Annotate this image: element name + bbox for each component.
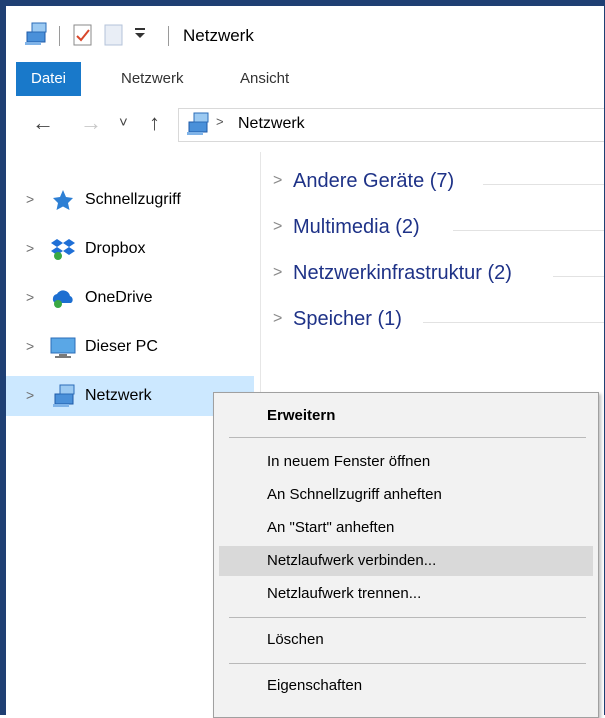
recent-locations-button[interactable]: ˅ xyxy=(119,114,128,131)
menu-item-properties[interactable]: Eigenschaften xyxy=(219,671,593,701)
up-button[interactable]: ↑ xyxy=(149,110,160,136)
context-menu: Erweitern In neuem Fenster öffnen An Sch… xyxy=(213,392,599,718)
menu-item-label: In neuem Fenster öffnen xyxy=(267,453,431,470)
chevron-right-icon[interactable]: > xyxy=(273,310,282,328)
sidebar-item-label: Netzwerk xyxy=(85,387,152,404)
sidebar-item-onedrive[interactable]: > OneDrive xyxy=(6,278,254,318)
back-button[interactable]: ← xyxy=(32,110,54,136)
chevron-right-icon[interactable]: > xyxy=(26,240,34,256)
menu-item-delete[interactable]: Löschen xyxy=(219,625,593,655)
menu-item-open-new-window[interactable]: In neuem Fenster öffnen xyxy=(219,447,593,477)
sidebar-item-schnellzugriff[interactable]: > Schnellzugriff xyxy=(6,180,254,220)
title-bar: Netzwerk xyxy=(6,6,604,62)
group-multimedia[interactable]: > Multimedia (2) xyxy=(273,216,604,246)
chevron-right-icon[interactable]: > xyxy=(273,264,282,282)
menu-item-label: Netzlaufwerk trennen... xyxy=(267,585,422,602)
network-icon xyxy=(184,112,210,141)
forward-button[interactable]: → xyxy=(80,110,102,136)
menu-item-label: An "Start" anheften xyxy=(267,519,395,536)
chevron-right-icon[interactable]: > xyxy=(26,387,34,403)
new-folder-icon[interactable] xyxy=(104,24,124,51)
ribbon-tabs: Datei Netzwerk Ansicht xyxy=(6,62,604,97)
menu-separator xyxy=(229,437,586,438)
group-andere-geraete[interactable]: > Andere Geräte (7) xyxy=(273,170,604,200)
network-icon xyxy=(50,384,76,408)
menu-item-pin-start[interactable]: An "Start" anheften xyxy=(219,513,593,543)
sidebar-item-label: Schnellzugriff xyxy=(85,191,181,208)
network-icon[interactable] xyxy=(22,22,48,51)
group-divider xyxy=(453,230,604,231)
properties-icon[interactable] xyxy=(73,24,93,51)
group-divider xyxy=(483,184,604,185)
menu-separator xyxy=(229,663,586,664)
group-divider xyxy=(553,276,604,277)
group-speicher[interactable]: > Speicher (1) xyxy=(273,308,604,338)
chevron-right-icon[interactable]: > xyxy=(273,172,282,190)
menu-item-label: Löschen xyxy=(267,631,324,648)
chevron-right-icon[interactable]: > xyxy=(26,289,34,305)
menu-item-pin-quick-access[interactable]: An Schnellzugriff anheften xyxy=(219,480,593,510)
chevron-right-icon[interactable]: > xyxy=(273,218,282,236)
title-separator xyxy=(59,26,60,46)
menu-item-erweitern[interactable]: Erweitern xyxy=(219,401,593,431)
group-label[interactable]: Netzwerkinfrastruktur (2) xyxy=(293,262,522,285)
group-netzwerkinfrastruktur[interactable]: > Netzwerkinfrastruktur (2) xyxy=(273,262,604,292)
menu-separator xyxy=(229,617,586,618)
sidebar-item-label: OneDrive xyxy=(85,289,153,306)
computer-icon xyxy=(50,335,76,359)
sidebar-item-label: Dieser PC xyxy=(85,338,158,355)
menu-item-map-network-drive[interactable]: Netzlaufwerk verbinden... xyxy=(219,546,593,576)
breadcrumb-chevron-icon[interactable]: > xyxy=(216,114,224,129)
tab-datei[interactable]: Datei xyxy=(16,62,82,96)
onedrive-cloud-icon xyxy=(50,286,76,310)
group-label[interactable]: Multimedia (2) xyxy=(293,216,430,239)
group-label[interactable]: Speicher (1) xyxy=(293,308,412,331)
breadcrumb-netzwerk[interactable]: Netzwerk xyxy=(238,115,305,133)
quick-access-dropdown-icon[interactable] xyxy=(133,26,147,43)
menu-item-label: Netzlaufwerk verbinden... xyxy=(267,552,437,569)
menu-item-label: An Schnellzugriff anheften xyxy=(267,486,442,503)
chevron-right-icon[interactable]: > xyxy=(26,191,34,207)
group-label[interactable]: Andere Geräte (7) xyxy=(293,170,465,193)
title-separator xyxy=(168,26,169,46)
address-bar-area: ← → ˅ ↑ > Netzwerk xyxy=(6,96,604,152)
sidebar-item-label: Dropbox xyxy=(85,240,146,257)
star-icon xyxy=(50,188,76,212)
menu-item-label: Erweitern xyxy=(267,407,336,424)
chevron-right-icon[interactable]: > xyxy=(26,338,34,354)
tab-ansicht[interactable]: Ansicht xyxy=(225,62,304,96)
tab-netzwerk[interactable]: Netzwerk xyxy=(106,62,199,96)
group-divider xyxy=(423,322,604,323)
sidebar-item-dieser-pc[interactable]: > Dieser PC xyxy=(6,327,254,367)
window-title: Netzwerk xyxy=(183,26,254,45)
dropbox-icon xyxy=(50,237,76,261)
sidebar-item-dropbox[interactable]: > Dropbox xyxy=(6,229,254,269)
menu-item-label: Eigenschaften xyxy=(267,677,363,694)
menu-item-disconnect-network-drive[interactable]: Netzlaufwerk trennen... xyxy=(219,579,593,609)
